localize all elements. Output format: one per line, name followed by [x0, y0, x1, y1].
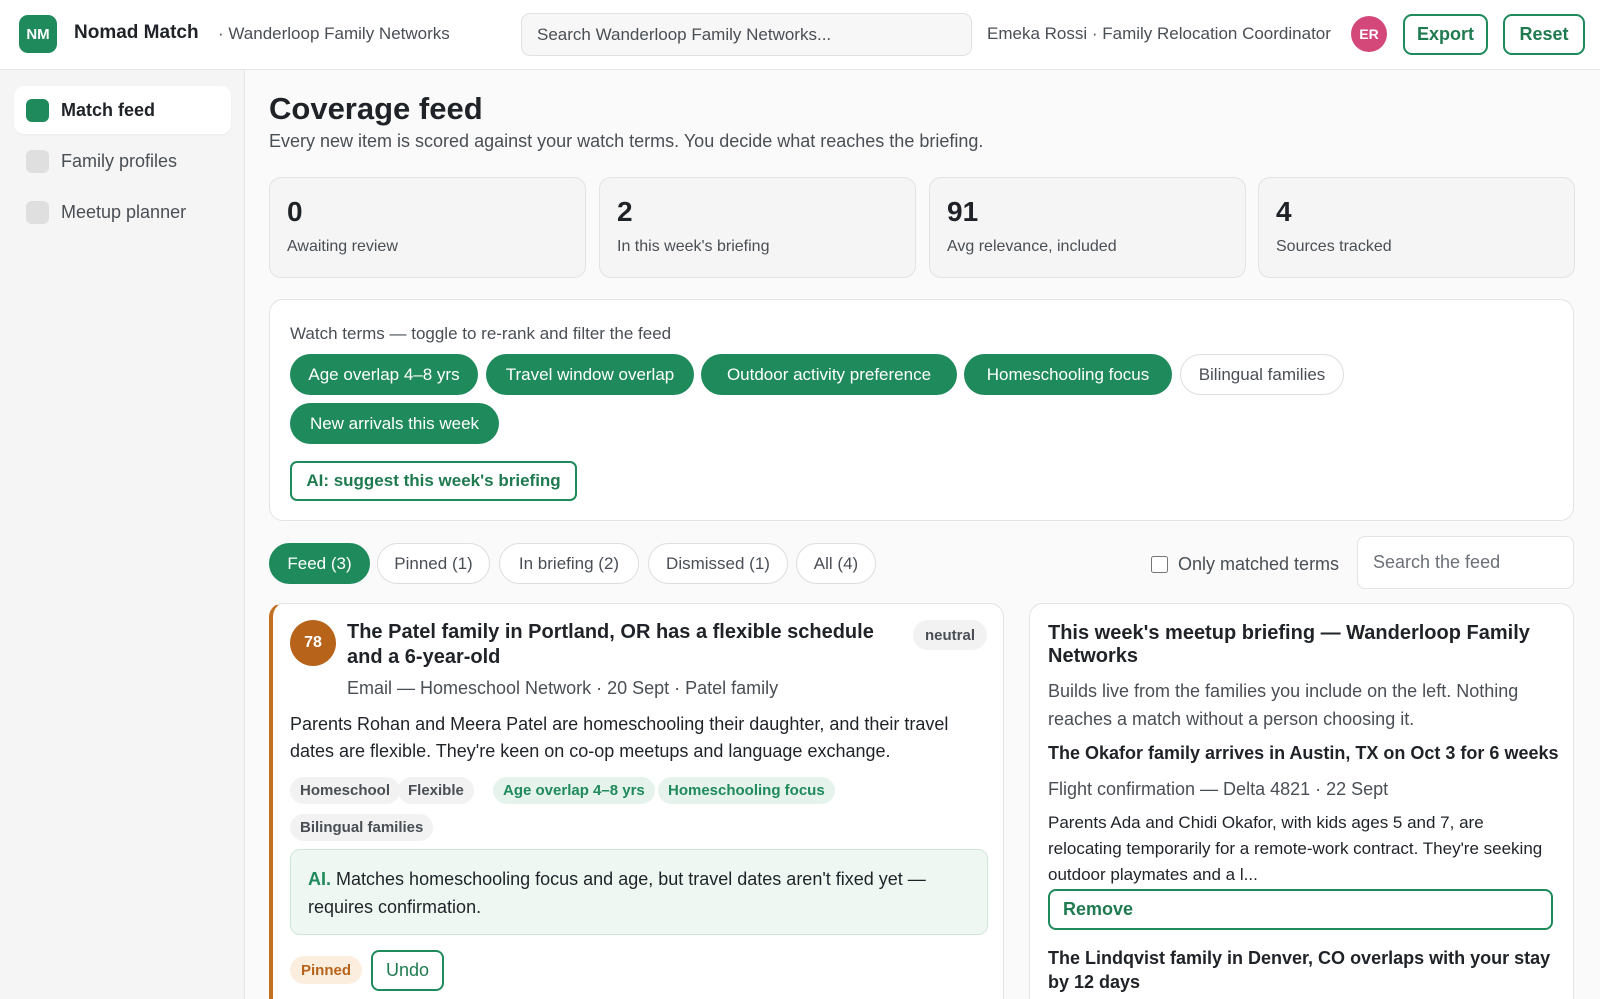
reset-button[interactable]: Reset: [1503, 14, 1585, 55]
only-matched-label: Only matched terms: [1178, 554, 1340, 574]
term-chip[interactable]: Age overlap 4–8 yrs: [290, 354, 478, 395]
user-name: Emeka Rossi · Family Relocation Coordina…: [987, 24, 1331, 43]
matched-tag: Homeschooling focus: [658, 777, 835, 804]
workspace-name: · Wanderloop Family Networks: [218, 24, 450, 43]
family-profiles-icon: [26, 149, 49, 173]
briefing-item-meta: Flight confirmation — Delta 4821 · 22 Se…: [1048, 779, 1389, 799]
ai-assessment-text: Matches homeschooling focus and age, but…: [308, 869, 926, 917]
tab-in-briefing[interactable]: In briefing (2): [499, 543, 639, 584]
briefing-description: Builds live from the families you includ…: [1048, 681, 1519, 729]
feed-item-meta: Email — Homeschool Network · 20 Sept · P…: [347, 678, 779, 698]
stat-avg-relevance: 91 Avg relevance, included: [929, 177, 1246, 278]
stat-label: In this week's briefing: [617, 238, 770, 255]
app-name: Nomad Match: [74, 22, 199, 43]
briefing-item-title: The Lindqvist family in Denver, CO overl…: [1048, 948, 1551, 992]
tab-feed[interactable]: Feed (3): [269, 543, 370, 584]
match-feed-icon: [26, 98, 49, 122]
undo-button[interactable]: Undo: [371, 950, 444, 991]
stat-label: Awaiting review: [287, 238, 398, 255]
relevance-score-badge: 78: [290, 620, 336, 666]
avatar[interactable]: ER: [1351, 16, 1387, 52]
sidebar-item-label: Match feed: [61, 99, 156, 120]
stat-label: Avg relevance, included: [947, 238, 1117, 255]
sidebar-item-match-feed[interactable]: Match feed: [14, 86, 231, 134]
stat-sources-tracked: 4 Sources tracked: [1258, 177, 1575, 278]
tab-pinned[interactable]: Pinned (1): [377, 543, 490, 584]
ai-label: AI.: [308, 869, 332, 889]
tag: Flexible: [398, 777, 474, 804]
meetup-planner-icon: [26, 200, 49, 224]
global-search-input[interactable]: [521, 13, 972, 56]
only-matched-checkbox[interactable]: [1151, 556, 1168, 573]
briefing-title: This week's meetup briefing — Wanderloop…: [1048, 622, 1530, 667]
stat-value: 0: [287, 196, 303, 227]
export-button[interactable]: Export: [1403, 14, 1488, 55]
page-subtitle: Every new item is scored against your wa…: [269, 131, 984, 151]
term-chip[interactable]: Outdoor activity preference: [701, 354, 957, 395]
ai-suggest-briefing-button[interactable]: AI: suggest this week's briefing: [290, 461, 577, 501]
briefing-item-body: Parents Ada and Chidi Okafor, with kids …: [1048, 813, 1543, 884]
tag: Homeschool: [290, 777, 401, 804]
stat-label: Sources tracked: [1276, 238, 1392, 255]
stat-awaiting-review: 0 Awaiting review: [269, 177, 586, 278]
term-chip[interactable]: Homeschooling focus: [964, 354, 1172, 395]
sidebar: Match feed Family profiles Meetup planne…: [0, 70, 245, 999]
sidebar-item-label: Meetup planner: [61, 201, 187, 222]
tab-dismissed[interactable]: Dismissed (1): [648, 543, 788, 584]
only-matched-toggle[interactable]: Only matched terms: [1151, 554, 1339, 575]
matched-tag: Age overlap 4–8 yrs: [493, 777, 655, 804]
watch-terms-title: Watch terms — toggle to re-rank and filt…: [290, 324, 672, 343]
tag: Bilingual families: [290, 814, 434, 841]
status-badge: Pinned: [290, 956, 363, 984]
page-title: Coverage feed: [269, 91, 483, 126]
feed-item-title: The Patel family in Portland, OR has a f…: [347, 621, 874, 668]
term-chip[interactable]: Travel window overlap: [486, 354, 694, 395]
stat-value: 4: [1276, 196, 1292, 227]
remove-button[interactable]: Remove: [1048, 889, 1553, 930]
sidebar-item-meetup-planner[interactable]: Meetup planner: [14, 188, 231, 236]
briefing-item-title: The Okafor family arrives in Austin, TX …: [1048, 743, 1559, 763]
feed-search-input[interactable]: [1357, 536, 1574, 589]
feed-item-card[interactable]: 78 The Patel family in Portland, OR has …: [269, 603, 1004, 999]
sidebar-item-label: Family profiles: [61, 150, 178, 171]
term-chip[interactable]: New arrivals this week: [290, 403, 499, 444]
feed-item-body: Parents Rohan and Meera Patel are homesc…: [290, 714, 949, 761]
watch-terms-panel: Watch terms — toggle to re-rank and filt…: [269, 299, 1574, 521]
term-chip[interactable]: Bilingual families: [1180, 354, 1344, 395]
ai-assessment: AI. Matches homeschooling focus and age,…: [290, 849, 988, 935]
stat-value: 91: [947, 196, 979, 227]
app-logo: NM: [19, 15, 57, 53]
tab-all[interactable]: All (4): [796, 543, 876, 584]
stat-value: 2: [617, 196, 633, 227]
briefing-panel: This week's meetup briefing — Wanderloop…: [1029, 603, 1574, 999]
top-bar: NM Nomad Match · Wanderloop Family Netwo…: [0, 0, 1600, 70]
sentiment-badge: neutral: [913, 620, 988, 650]
stat-in-briefing: 2 In this week's briefing: [599, 177, 916, 278]
sidebar-item-family-profiles[interactable]: Family profiles: [14, 137, 231, 185]
